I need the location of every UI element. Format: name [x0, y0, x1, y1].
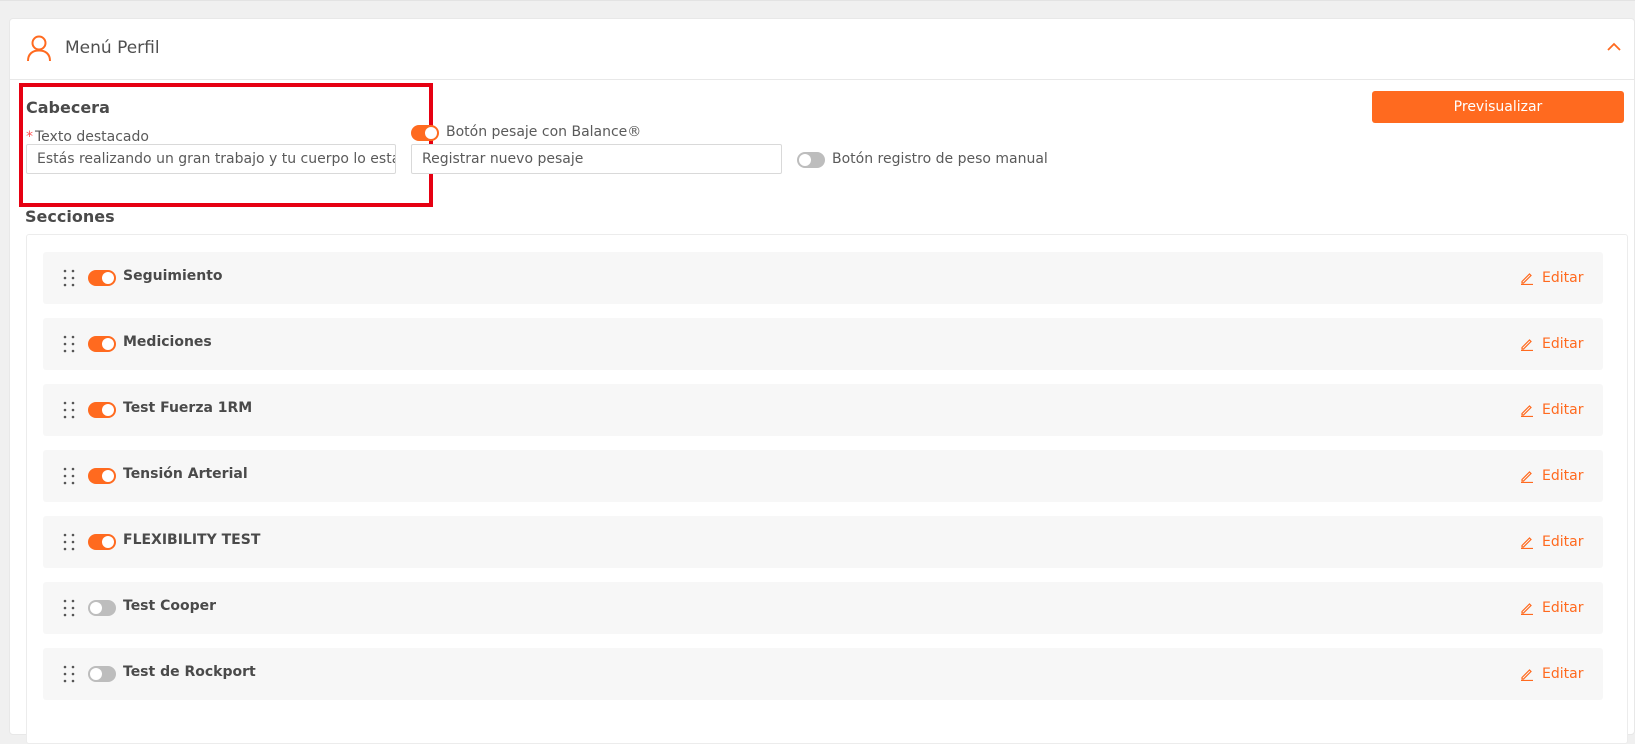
edit-label: Editar	[1542, 534, 1584, 550]
section-row: FLEXIBILITY TEST Editar	[43, 516, 1603, 568]
pencil-icon	[1521, 603, 1533, 615]
weigh-button-text-input[interactable]: Registrar nuevo pesaje	[411, 144, 782, 174]
edit-button[interactable]: Editar	[1520, 531, 1583, 553]
card-header[interactable]: Menú Perfil	[10, 19, 1634, 80]
section-row: Test de Rockport Editar	[43, 648, 1603, 700]
weigh-button-toggle[interactable]	[411, 125, 439, 141]
section-row: Test Fuerza 1RM Editar	[43, 384, 1603, 436]
section-name: Seguimiento	[123, 268, 223, 284]
top-divider	[0, 0, 1635, 1]
section-toggle[interactable]	[88, 468, 116, 484]
pencil-icon	[1521, 339, 1533, 351]
manual-weight-toggle[interactable]	[797, 152, 825, 168]
edit-label: Editar	[1542, 600, 1584, 616]
weigh-button-label: Botón pesaje con Balance®	[446, 124, 642, 140]
section-name: Test de Rockport	[123, 664, 256, 680]
section-row: Mediciones Editar	[43, 318, 1603, 370]
drag-handle-icon[interactable]	[63, 533, 75, 551]
section-toggle[interactable]	[88, 336, 116, 352]
drag-handle-icon[interactable]	[63, 401, 75, 419]
profile-menu-card: Menú Perfil Cabecera * Texto destacado Es…	[9, 18, 1635, 744]
pencil-icon	[1521, 669, 1533, 681]
section-toggle[interactable]	[88, 270, 116, 286]
section-toggle[interactable]	[88, 666, 116, 682]
drag-handle-icon[interactable]	[63, 467, 75, 485]
section-name: FLEXIBILITY TEST	[123, 532, 261, 548]
edit-button[interactable]: Editar	[1520, 663, 1583, 685]
drag-handle-icon[interactable]	[63, 269, 75, 287]
toggle-knob	[102, 536, 114, 548]
section-name: Test Cooper	[123, 598, 217, 614]
edit-button[interactable]: Editar	[1520, 267, 1583, 289]
edit-label: Editar	[1542, 666, 1584, 682]
pencil-icon	[1521, 405, 1533, 417]
section-toggle[interactable]	[88, 600, 116, 616]
required-mark: *	[26, 129, 33, 145]
toggle-knob	[102, 272, 114, 284]
section-row: Test Cooper Editar	[43, 582, 1603, 634]
manual-weight-label: Botón registro de peso manual	[832, 151, 1048, 167]
sections-heading: Secciones	[25, 207, 115, 226]
section-row: Seguimiento Editar	[43, 252, 1603, 304]
toggle-knob	[102, 338, 114, 350]
drag-handle-icon[interactable]	[63, 599, 75, 617]
edit-button[interactable]: Editar	[1520, 465, 1583, 487]
section-name: Tensión Arterial	[123, 466, 248, 482]
drag-handle-icon[interactable]	[63, 335, 75, 353]
card-title: Menú Perfil	[65, 38, 160, 58]
toggle-knob	[425, 127, 437, 139]
preview-button[interactable]: Previsualizar	[1372, 91, 1624, 123]
user-icon	[27, 35, 51, 62]
toggle-knob	[102, 404, 114, 416]
edit-button[interactable]: Editar	[1520, 333, 1583, 355]
edit-button[interactable]: Editar	[1520, 399, 1583, 421]
section-row: Tensión Arterial Editar	[43, 450, 1603, 502]
pencil-icon	[1521, 273, 1533, 285]
header-section-heading: Cabecera	[26, 98, 110, 117]
drag-handle-icon[interactable]	[63, 665, 75, 683]
edit-button[interactable]: Editar	[1520, 597, 1583, 619]
section-name: Test Fuerza 1RM	[123, 400, 253, 416]
featured-text-input[interactable]: Estás realizando un gran trabajo y tu cu…	[26, 144, 396, 174]
toggle-knob	[90, 668, 102, 680]
section-toggle[interactable]	[88, 402, 116, 418]
featured-text-label: * Texto destacado	[26, 129, 149, 145]
toggle-knob	[799, 154, 811, 166]
edit-label: Editar	[1542, 270, 1584, 286]
section-toggle[interactable]	[88, 534, 116, 550]
pencil-icon	[1521, 471, 1533, 483]
toggle-knob	[90, 602, 102, 614]
toggle-knob	[102, 470, 114, 482]
featured-text-label-text: Texto destacado	[35, 129, 149, 145]
edit-label: Editar	[1542, 468, 1584, 484]
chevron-up-icon[interactable]	[1606, 39, 1622, 55]
pencil-icon	[1521, 537, 1533, 549]
edit-label: Editar	[1542, 336, 1584, 352]
sections-list: Seguimiento Editar Mediciones Editar Tes…	[26, 234, 1628, 744]
section-name: Mediciones	[123, 334, 212, 350]
edit-label: Editar	[1542, 402, 1584, 418]
